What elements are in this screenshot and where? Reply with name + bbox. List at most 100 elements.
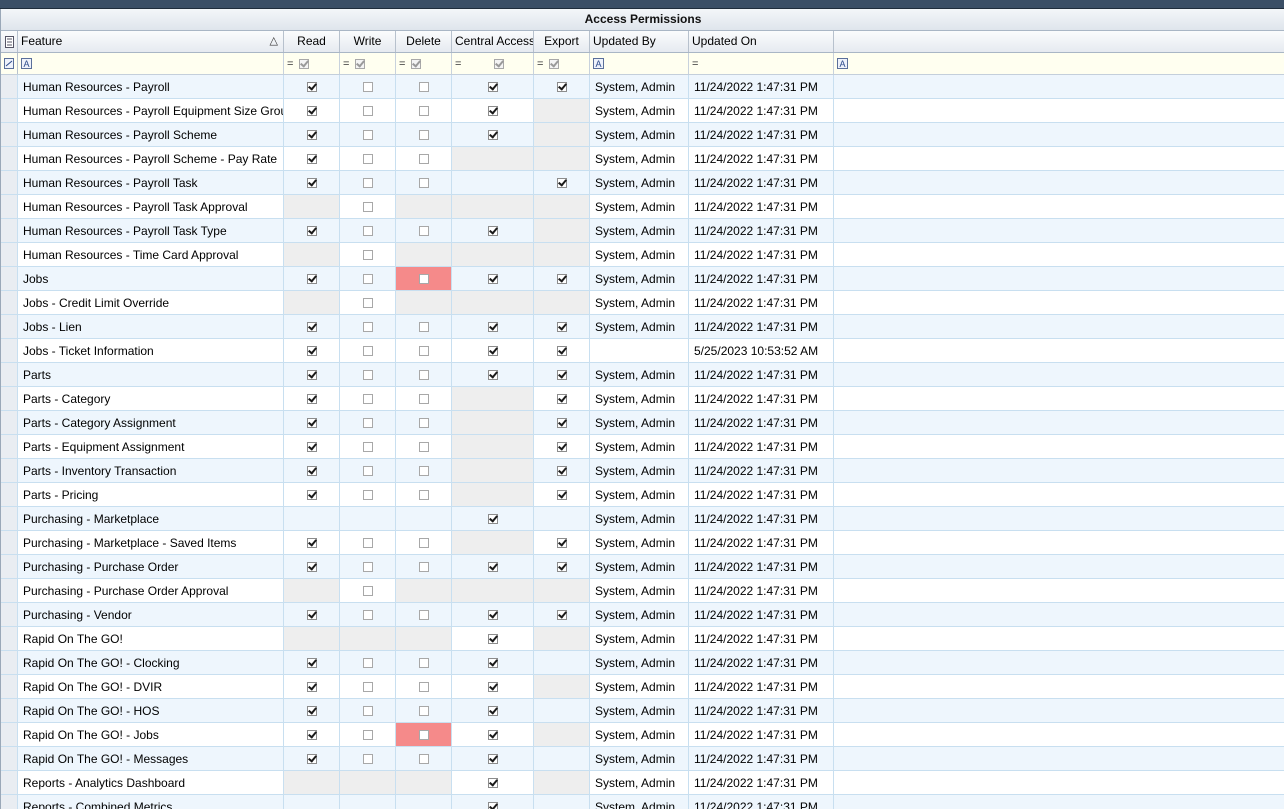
table-row[interactable]: Parts - Pricing System, Admin 11/24/2022 1… <box>1 483 1284 507</box>
write-permission-cell[interactable] <box>340 555 396 578</box>
central-permission-cell[interactable] <box>452 339 534 362</box>
filter-feature[interactable]: A <box>18 53 284 74</box>
filter-checkbox[interactable] <box>493 58 504 69</box>
write-checkbox[interactable] <box>362 753 373 764</box>
delete-permission-cell[interactable] <box>396 267 452 290</box>
write-checkbox[interactable] <box>362 249 373 260</box>
central-checkbox[interactable] <box>487 81 498 92</box>
read-permission-cell[interactable] <box>284 363 340 386</box>
export-permission-cell[interactable] <box>534 435 590 458</box>
export-checkbox[interactable] <box>556 561 567 572</box>
table-row[interactable]: Rapid On The GO! System, Admin 11/24/2022 … <box>1 627 1284 651</box>
read-permission-cell[interactable] <box>284 555 340 578</box>
equals-operator[interactable]: = <box>692 58 698 70</box>
read-permission-cell[interactable] <box>284 603 340 626</box>
header-export[interactable]: Export <box>534 31 590 52</box>
equals-operator[interactable]: = <box>455 58 461 70</box>
delete-permission-cell[interactable] <box>396 411 452 434</box>
table-row[interactable]: Human Resources - Payroll Task Type Syste… <box>1 219 1284 243</box>
export-permission-cell[interactable] <box>534 603 590 626</box>
read-checkbox[interactable] <box>306 177 317 188</box>
row-selector[interactable] <box>1 651 18 674</box>
read-checkbox[interactable] <box>306 537 317 548</box>
write-permission-cell[interactable] <box>340 339 396 362</box>
write-permission-cell[interactable] <box>340 411 396 434</box>
central-checkbox[interactable] <box>487 609 498 620</box>
central-permission-cell[interactable] <box>452 651 534 674</box>
read-checkbox[interactable] <box>306 225 317 236</box>
write-checkbox[interactable] <box>362 177 373 188</box>
export-permission-cell[interactable] <box>534 531 590 554</box>
delete-checkbox[interactable] <box>418 681 429 692</box>
delete-permission-cell[interactable] <box>396 723 452 746</box>
row-selector[interactable] <box>1 411 18 434</box>
central-checkbox[interactable] <box>487 369 498 380</box>
central-permission-cell[interactable] <box>452 99 534 122</box>
delete-checkbox[interactable] <box>418 729 429 740</box>
export-checkbox[interactable] <box>556 489 567 500</box>
delete-permission-cell[interactable] <box>396 315 452 338</box>
write-permission-cell[interactable] <box>340 579 396 602</box>
write-permission-cell[interactable] <box>340 147 396 170</box>
export-permission-cell[interactable] <box>534 75 590 98</box>
central-checkbox[interactable] <box>487 129 498 140</box>
row-selector[interactable] <box>1 459 18 482</box>
write-permission-cell[interactable] <box>340 171 396 194</box>
central-checkbox[interactable] <box>487 777 498 788</box>
delete-permission-cell[interactable] <box>396 675 452 698</box>
write-checkbox[interactable] <box>362 561 373 572</box>
clear-filter-icon[interactable] <box>1 53 18 74</box>
write-checkbox[interactable] <box>362 585 373 596</box>
write-permission-cell[interactable] <box>340 99 396 122</box>
read-permission-cell[interactable] <box>284 531 340 554</box>
write-checkbox[interactable] <box>362 537 373 548</box>
text-filter-icon[interactable]: A <box>837 58 848 69</box>
row-selector[interactable] <box>1 723 18 746</box>
delete-permission-cell[interactable] <box>396 387 452 410</box>
write-checkbox[interactable] <box>362 273 373 284</box>
write-permission-cell[interactable] <box>340 603 396 626</box>
central-checkbox[interactable] <box>487 657 498 668</box>
filter-delete[interactable]: = <box>396 53 452 74</box>
read-permission-cell[interactable] <box>284 267 340 290</box>
delete-checkbox[interactable] <box>418 489 429 500</box>
row-selector[interactable] <box>1 771 18 794</box>
central-permission-cell[interactable] <box>452 675 534 698</box>
table-row[interactable]: Parts - Inventory Transaction System, Adm… <box>1 459 1284 483</box>
delete-checkbox[interactable] <box>418 561 429 572</box>
write-checkbox[interactable] <box>362 489 373 500</box>
read-permission-cell[interactable] <box>284 435 340 458</box>
delete-checkbox[interactable] <box>418 753 429 764</box>
row-selector[interactable] <box>1 555 18 578</box>
central-checkbox[interactable] <box>487 273 498 284</box>
row-selector[interactable] <box>1 99 18 122</box>
table-row[interactable]: Human Resources - Payroll Scheme System, … <box>1 123 1284 147</box>
central-permission-cell[interactable] <box>452 123 534 146</box>
table-row[interactable]: Reports - Analytics Dashboard System, Adm… <box>1 771 1284 795</box>
delete-permission-cell[interactable] <box>396 75 452 98</box>
read-permission-cell[interactable] <box>284 315 340 338</box>
read-checkbox[interactable] <box>306 465 317 476</box>
central-permission-cell[interactable] <box>452 363 534 386</box>
read-permission-cell[interactable] <box>284 651 340 674</box>
delete-checkbox[interactable] <box>418 345 429 356</box>
equals-operator[interactable]: = <box>399 58 405 70</box>
row-selector[interactable] <box>1 243 18 266</box>
filter-updated-by[interactable]: A <box>590 53 689 74</box>
header-updated-on[interactable]: Updated On <box>689 31 834 52</box>
delete-permission-cell[interactable] <box>396 555 452 578</box>
table-row[interactable]: Parts System, Admin 11/24/2022 1:47:31 PM <box>1 363 1284 387</box>
row-selector[interactable] <box>1 171 18 194</box>
write-checkbox[interactable] <box>362 393 373 404</box>
read-checkbox[interactable] <box>306 321 317 332</box>
read-checkbox[interactable] <box>306 345 317 356</box>
read-permission-cell[interactable] <box>284 219 340 242</box>
row-selector[interactable] <box>1 315 18 338</box>
column-chooser-icon[interactable] <box>1 31 18 52</box>
filter-checkbox[interactable] <box>355 58 366 69</box>
export-checkbox[interactable] <box>556 537 567 548</box>
read-checkbox[interactable] <box>306 129 317 140</box>
write-permission-cell[interactable] <box>340 195 396 218</box>
write-permission-cell[interactable] <box>340 315 396 338</box>
read-permission-cell[interactable] <box>284 75 340 98</box>
